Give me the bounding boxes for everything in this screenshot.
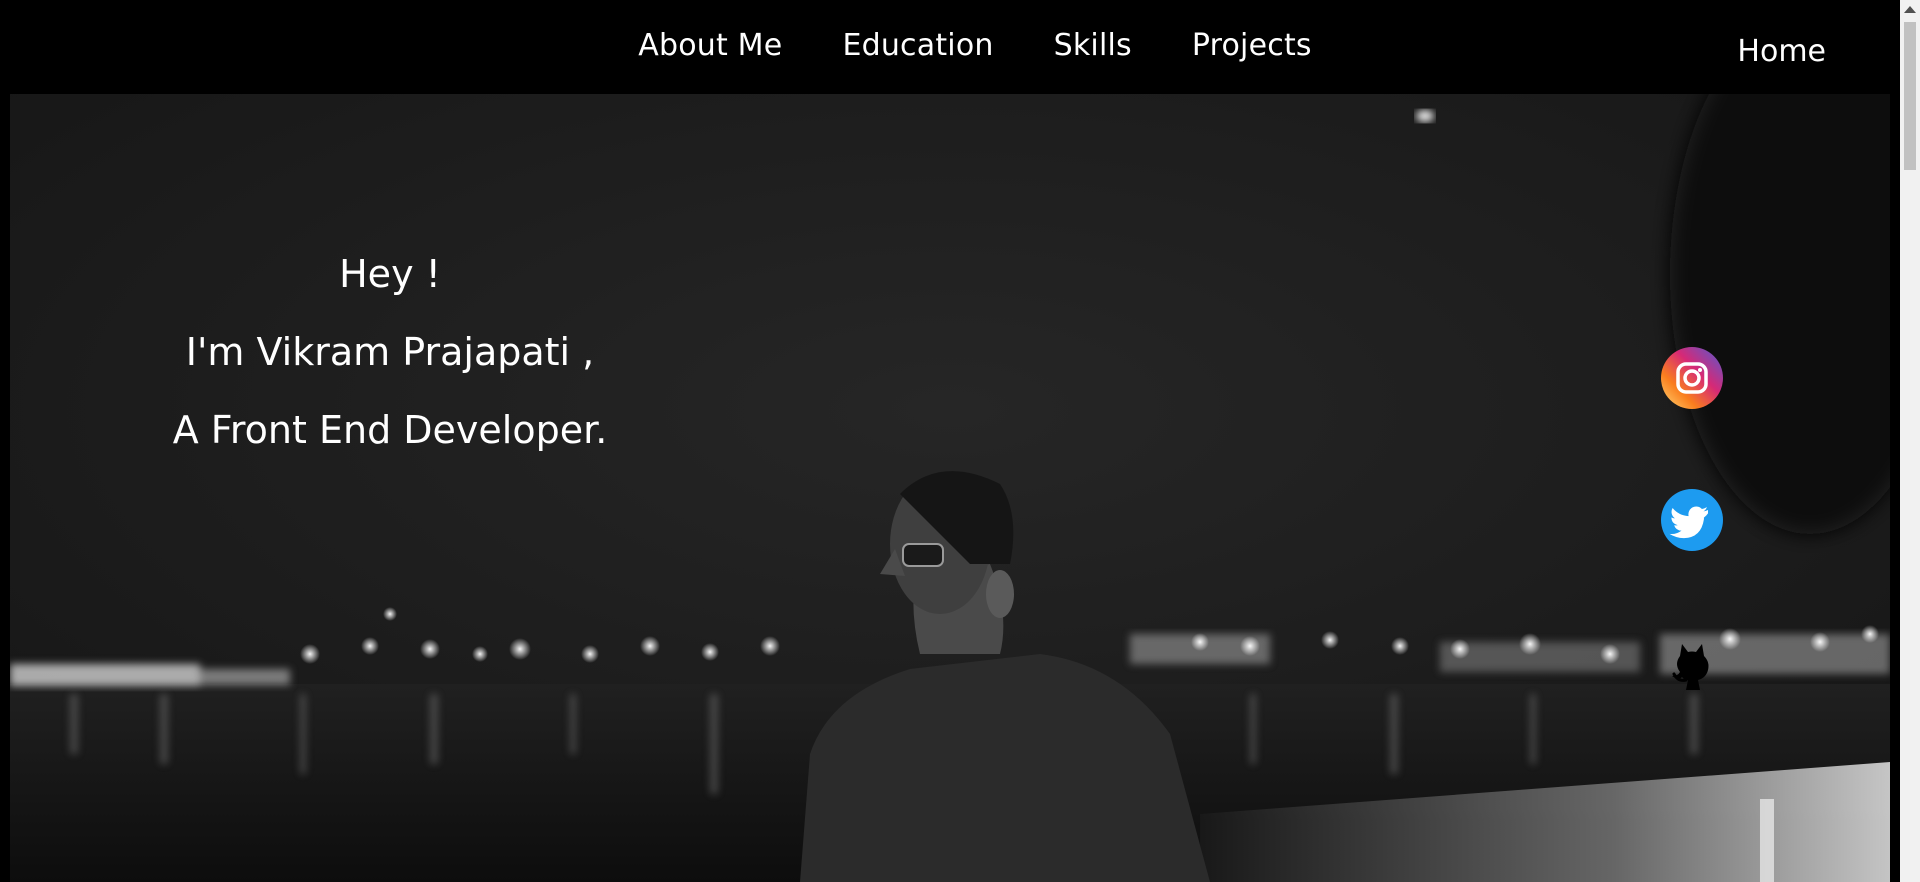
hero-background-photo (10, 94, 1890, 882)
hero-greeting: Hey ! (339, 252, 441, 296)
hero-intro: Hey ! I'm Vikram Prajapati , A Front End… (100, 254, 680, 488)
hero-section: Hey ! I'm Vikram Prajapati , A Front End… (10, 94, 1890, 882)
scroll-up-arrow-icon[interactable] (1904, 6, 1916, 13)
instagram-icon[interactable] (1660, 346, 1724, 410)
nav-link-home[interactable]: Home (1737, 34, 1826, 69)
twitter-icon[interactable] (1660, 488, 1724, 552)
hero-role: A Front End Developer. (172, 408, 608, 452)
hero-name: I'm Vikram Prajapati , (185, 330, 595, 374)
page-scrollbar[interactable] (1900, 0, 1920, 882)
top-navbar: About Me Education Skills Projects Home (0, 0, 1900, 94)
scrollbar-thumb[interactable] (1904, 22, 1916, 170)
github-icon[interactable] (1660, 630, 1724, 694)
nav-link-projects[interactable]: Projects (1192, 28, 1312, 63)
nav-links: About Me Education Skills Projects (0, 28, 1900, 63)
page: About Me Education Skills Projects Home (0, 0, 1920, 882)
nav-link-skills[interactable]: Skills (1054, 28, 1132, 63)
nav-link-about-me[interactable]: About Me (638, 28, 782, 63)
nav-link-education[interactable]: Education (842, 28, 993, 63)
